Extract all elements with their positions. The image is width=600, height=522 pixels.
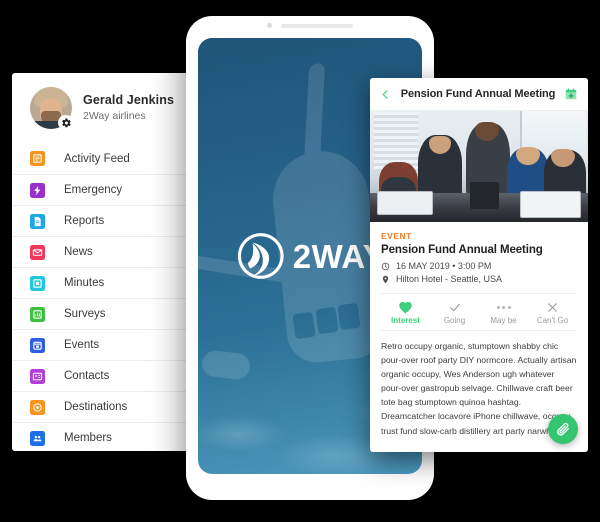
rsvp-going-button[interactable]: Going <box>430 300 479 325</box>
sidebar-menu: Activity Feed Emergency Reports News Min… <box>12 143 208 451</box>
rsvp-label: Can't Go <box>536 316 569 325</box>
sidebar-item-label: News <box>64 246 93 258</box>
chart-icon <box>30 306 45 322</box>
sidebar-item-label: Surveys <box>64 308 106 320</box>
2way-swoosh-logo <box>237 233 284 279</box>
rsvp-label: May be <box>490 316 517 325</box>
business-meeting-photo <box>370 110 588 222</box>
sidebar-item-activity-feed[interactable]: Activity Feed <box>12 143 208 174</box>
close-x-icon <box>528 300 577 314</box>
sidebar-item-label: Activity Feed <box>64 152 130 165</box>
bolt-icon <box>30 182 45 198</box>
sidebar-item-members[interactable]: Members <box>12 422 208 451</box>
map-pin-icon <box>382 275 389 283</box>
heart-icon <box>381 300 430 314</box>
sidebar-item-destinations[interactable]: Destinations <box>12 391 208 422</box>
profile-name: Gerald Jenkins <box>83 92 175 107</box>
people-icon <box>30 430 45 446</box>
sidebar-item-surveys[interactable]: Surveys <box>12 298 208 329</box>
sidebar-item-label: Emergency <box>64 184 123 196</box>
ellipsis-icon <box>479 300 528 314</box>
earpiece-speaker <box>281 23 353 28</box>
event-kicker: EVENT <box>381 231 412 241</box>
sidebar-item-label: Members <box>64 432 112 444</box>
sidebar-item-events[interactable]: Events <box>12 329 208 360</box>
app-logo: 2WAY <box>235 230 386 282</box>
event-rsvp-bar: Interest Going May be Can't Go <box>381 293 577 331</box>
sidebar-item-reports[interactable]: Reports <box>12 205 208 236</box>
event-name: Pension Fund Annual Meeting <box>381 244 543 256</box>
profile-header[interactable]: Gerald Jenkins 2Way airlines <box>12 73 208 143</box>
envelope-icon <box>30 244 45 260</box>
document-icon <box>30 213 45 229</box>
screenshot-stage: Gerald Jenkins 2Way airlines Activity Fe… <box>0 0 600 522</box>
event-location-text: Hilton Hotel - Seattle, USA <box>396 274 503 284</box>
chevron-left-icon[interactable] <box>380 89 394 100</box>
event-datetime: 16 MAY 2019 • 3:00 PM <box>381 261 577 271</box>
event-header-title: Pension Fund Annual Meeting <box>400 88 556 100</box>
rsvp-label: Interest <box>391 316 420 325</box>
clock-icon <box>381 262 390 270</box>
sidebar-item-label: Minutes <box>64 277 105 289</box>
phone-top-bezel <box>186 23 434 28</box>
avatar <box>30 87 73 130</box>
sidebar-item-minutes[interactable]: Minutes <box>12 267 208 298</box>
sidebar-item-news[interactable]: News <box>12 236 208 267</box>
event-header: Pension Fund Annual Meeting <box>370 78 588 110</box>
event-location: Hilton Hotel - Seattle, USA <box>381 274 577 284</box>
rsvp-cantgo-button[interactable]: Can't Go <box>528 300 577 325</box>
rsvp-label: Going <box>443 316 466 325</box>
event-datetime-text: 16 MAY 2019 • 3:00 PM <box>396 261 492 271</box>
sidebar-item-label: Contacts <box>64 370 110 382</box>
gear-icon[interactable] <box>58 115 73 130</box>
calendar-add-icon[interactable] <box>562 87 578 101</box>
sidebar-item-contacts[interactable]: Contacts <box>12 360 208 391</box>
event-summary: EVENT Pension Fund Annual Meeting 16 MAY… <box>370 222 588 331</box>
paperclip-icon <box>557 422 569 436</box>
list-icon <box>30 151 45 166</box>
sidebar-item-label: Destinations <box>64 401 128 413</box>
rsvp-interest-button[interactable]: Interest <box>381 300 430 325</box>
profile-company: 2Way airlines <box>83 110 146 123</box>
note-icon <box>30 275 45 291</box>
check-icon <box>430 300 479 314</box>
rsvp-maybe-button[interactable]: May be <box>479 300 528 325</box>
sidebar-panel: Gerald Jenkins 2Way airlines Activity Fe… <box>12 73 208 451</box>
compass-icon <box>30 399 45 415</box>
sidebar-item-label: Reports <box>64 215 105 227</box>
attach-file-button[interactable] <box>548 414 578 444</box>
event-detail-panel: Pension Fund Annual Meeting EVENT Pensio… <box>370 78 588 452</box>
sidebar-item-label: Events <box>64 339 100 351</box>
calendar-icon <box>30 337 45 353</box>
front-camera-dot <box>267 23 272 28</box>
sidebar-item-emergency[interactable]: Emergency <box>12 174 208 205</box>
contact-card-icon <box>30 368 45 384</box>
